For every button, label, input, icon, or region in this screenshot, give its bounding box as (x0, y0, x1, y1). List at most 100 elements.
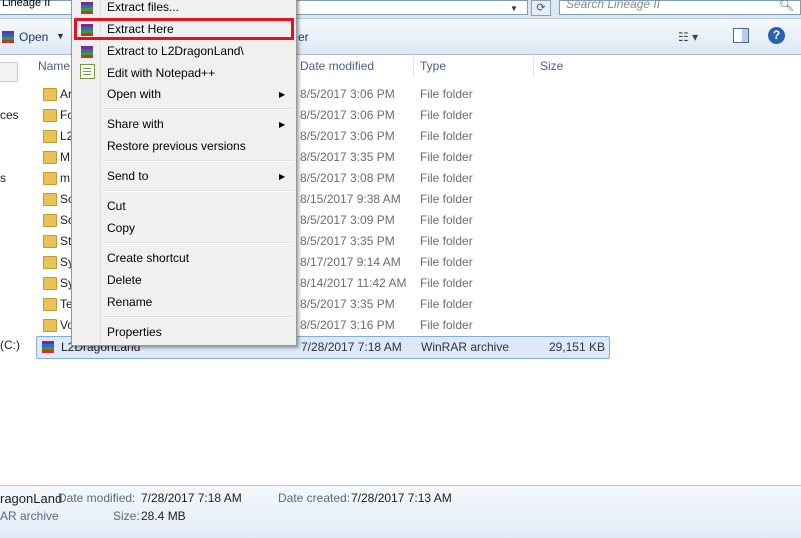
menu-separator (103, 108, 293, 110)
menu-item-send-to[interactable]: Send to (107, 169, 148, 183)
address-dropdown-icon[interactable]: ▼ (510, 4, 518, 13)
menu-item-edit-notepad[interactable]: Edit with Notepad++ (107, 66, 215, 80)
details-file-type: AR archive (0, 509, 59, 523)
toolbar-button-label-fragment[interactable]: er (298, 30, 309, 44)
file-date: 8/5/2017 3:06 PM (300, 108, 395, 122)
details-pane: ragonLand AR archive Date modified: 7/28… (0, 485, 801, 538)
file-type: File folder (420, 87, 473, 101)
context-menu: Extract files... Extract Here Extract to… (71, 0, 297, 346)
menu-item-extract-to[interactable]: Extract to L2DragonLand\ (107, 44, 244, 58)
refresh-button[interactable]: ⟳ (531, 0, 551, 16)
details-date-created-label: Date created: (278, 491, 351, 505)
file-date: 8/5/2017 3:06 PM (300, 129, 395, 143)
folder-icon (43, 214, 57, 227)
file-type: File folder (420, 255, 473, 269)
address-path: Lineage II (2, 0, 51, 9)
file-date: 8/15/2017 9:38 AM (300, 192, 401, 206)
column-divider[interactable] (413, 55, 414, 77)
chevron-down-icon[interactable]: ▼ (56, 31, 65, 41)
column-header-type[interactable]: Type (420, 58, 446, 78)
search-input[interactable]: Search Lineage II 🔍︎ (559, 0, 801, 15)
file-date: 8/5/2017 3:35 PM (300, 234, 395, 248)
column-header-name[interactable]: Name (38, 58, 70, 78)
file-type: File folder (420, 276, 473, 290)
menu-separator (103, 316, 293, 318)
folder-icon (43, 130, 57, 143)
folder-icon (43, 151, 57, 164)
folder-icon (43, 172, 57, 185)
folder-icon (43, 109, 57, 122)
folder-icon (43, 256, 57, 269)
menu-item-copy[interactable]: Copy (107, 221, 135, 235)
details-date-modified-value: 7/28/2017 7:18 AM (141, 491, 242, 505)
menu-item-properties[interactable]: Properties (107, 325, 162, 339)
menu-separator (103, 190, 293, 192)
file-type: File folder (420, 192, 473, 206)
column-header-date-modified[interactable]: Date modified (300, 58, 374, 78)
file-type: File folder (420, 213, 473, 227)
file-name: m (60, 171, 70, 185)
submenu-arrow-icon: ▶ (279, 120, 286, 129)
submenu-arrow-icon: ▶ (279, 172, 286, 181)
file-date: 8/5/2017 3:09 PM (300, 213, 395, 227)
menu-item-open-with[interactable]: Open with (107, 87, 161, 101)
preview-pane-icon[interactable] (733, 28, 749, 43)
change-view-button[interactable]: ☷ ▾ (678, 30, 698, 44)
menu-item-extract-files[interactable]: Extract files... (107, 0, 179, 14)
search-placeholder: Search Lineage II (566, 0, 661, 11)
menu-item-share-with[interactable]: Share with (107, 117, 164, 131)
notepad-plus-plus-icon (80, 64, 95, 79)
file-date: 8/5/2017 3:08 PM (300, 171, 395, 185)
menu-item-create-shortcut[interactable]: Create shortcut (107, 251, 189, 265)
highlight-annotation-box (74, 18, 294, 40)
folder-icon (43, 235, 57, 248)
file-size: 29,151 KB (548, 340, 605, 354)
nav-item-drive-c[interactable]: (C:) (0, 338, 20, 352)
file-name: M (60, 150, 70, 164)
file-date: 8/14/2017 11:42 AM (300, 276, 407, 290)
details-date-modified-label: Date modified: (58, 491, 136, 505)
menu-item-cut[interactable]: Cut (107, 199, 126, 213)
menu-item-restore-versions[interactable]: Restore previous versions (107, 139, 246, 153)
file-type: File folder (420, 318, 473, 332)
file-type: File folder (420, 297, 473, 311)
file-type: File folder (420, 150, 473, 164)
magnifier-icon[interactable]: 🔍︎ (779, 0, 794, 12)
file-type: WinRAR archive (421, 340, 510, 354)
menu-item-rename[interactable]: Rename (107, 295, 152, 309)
column-header-size[interactable]: Size (540, 58, 563, 78)
winrar-icon (80, 45, 94, 59)
file-date: 8/5/2017 3:16 PM (300, 318, 395, 332)
folder-icon (43, 88, 57, 101)
nav-pane-item[interactable] (0, 62, 18, 82)
file-date: 7/28/2017 7:18 AM (301, 340, 402, 354)
winrar-icon (41, 340, 55, 354)
nav-item-fragment[interactable]: ces (0, 108, 19, 122)
file-date: 8/17/2017 9:14 AM (300, 255, 401, 269)
folder-icon (43, 298, 57, 311)
menu-separator (103, 242, 293, 244)
winrar-icon (80, 1, 94, 15)
menu-separator (103, 160, 293, 162)
winrar-icon (1, 30, 14, 44)
menu-icon-gutter (100, 0, 101, 345)
file-date: 8/5/2017 3:06 PM (300, 87, 395, 101)
submenu-arrow-icon: ▶ (279, 90, 286, 99)
column-divider[interactable] (533, 55, 534, 77)
file-type: File folder (420, 234, 473, 248)
file-type: File folder (420, 108, 473, 122)
details-size-value: 28.4 MB (141, 509, 186, 523)
folder-icon (43, 319, 57, 332)
nav-item-fragment[interactable]: s (0, 171, 6, 185)
help-button[interactable]: ? (768, 27, 785, 44)
file-type: File folder (420, 129, 473, 143)
folder-icon (43, 193, 57, 206)
details-date-created-value: 7/28/2017 7:13 AM (351, 491, 452, 505)
file-date: 8/5/2017 3:35 PM (300, 150, 395, 164)
details-size-label: Size: (113, 509, 140, 523)
file-date: 8/5/2017 3:35 PM (300, 297, 395, 311)
details-file-name: ragonLand (0, 491, 63, 506)
folder-icon (43, 277, 57, 290)
menu-item-delete[interactable]: Delete (107, 273, 142, 287)
open-label: Open (19, 30, 49, 44)
